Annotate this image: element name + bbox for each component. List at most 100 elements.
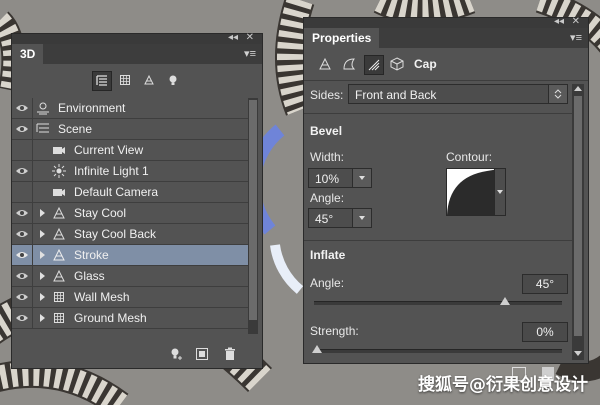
scrollbar-thumb[interactable] [574,96,582,336]
close-icon[interactable]: ✕ [572,16,580,27]
list-item-stroke[interactable]: Stroke [12,245,248,266]
list-item-stay-cool[interactable]: Stay Cool [12,203,248,224]
list-item-scene[interactable]: Scene [12,119,248,140]
properties-collapse-bar[interactable]: ◂◂ ✕ [304,16,588,28]
mesh-icon [52,248,66,262]
contour-dropdown-button[interactable] [494,168,506,216]
inflate-angle-label: Angle: [310,276,345,290]
deform-tool-icon[interactable] [340,55,358,73]
close-icon[interactable]: ✕ [246,32,254,43]
list-item-ground-mesh[interactable]: Ground Mesh [12,308,248,329]
scroll-up-arrow-icon[interactable] [574,86,582,91]
tab-properties[interactable]: Properties [304,28,380,48]
bevel-angle-field[interactable]: 45° [308,208,372,228]
lights-icon[interactable] [164,71,182,89]
mesh-icon [52,269,66,283]
scrollbar-thumb[interactable] [249,100,257,320]
coordinates-tool-icon[interactable] [388,55,406,73]
3d-panel: ◂◂ ✕ 3D ▾≡ Environment Scene Current Vie… [12,32,262,368]
eye-icon[interactable] [12,266,33,286]
sides-value: Front and Back [355,88,437,102]
3d-filter-toolbar [12,64,262,96]
tab-3d[interactable]: 3D [12,44,44,64]
eye-icon[interactable] [12,245,33,265]
list-item-label: Ground Mesh [74,311,147,325]
bevel-angle-label: Angle: [310,191,345,205]
list-item-label: Stay Cool Back [74,227,157,241]
panel-menu-icon[interactable]: ▾≡ [570,31,582,44]
inflate-strength-slider[interactable] [314,349,562,353]
list-item-environment[interactable]: Environment [12,98,248,119]
mesh-icon [52,227,66,241]
eye-icon[interactable] [12,224,33,244]
list-item-default-camera[interactable]: Default Camera [12,182,248,203]
properties-tabbar: Properties ▾≡ [304,28,588,48]
layer-list-scrollbar[interactable] [248,98,258,334]
list-item-label: Environment [58,101,126,115]
add-light-icon[interactable] [168,347,184,361]
mesh-icon [52,206,66,220]
list-item-glass[interactable]: Glass [12,266,248,287]
properties-toolbar: Cap [304,48,588,80]
contour-label: Contour: [446,150,493,164]
delete-icon[interactable] [222,347,238,361]
inflate-strength-slider-knob[interactable] [312,345,322,353]
inflate-angle-slider-knob[interactable] [499,297,510,305]
bevel-width-value: 10% [315,172,340,186]
list-item-current-view[interactable]: Current View [12,140,248,161]
whole-scene-icon[interactable] [92,71,112,91]
panel-menu-icon[interactable]: ▾≡ [244,47,256,60]
light-icon [52,164,66,178]
expand-arrow-icon[interactable] [40,209,45,217]
expand-arrow-icon[interactable] [40,293,45,301]
bevel-width-field[interactable]: 10% [308,168,372,188]
bevel-angle-value: 45° [315,212,334,226]
contour-preview[interactable] [446,168,500,216]
collapse-icon[interactable]: ◂◂ [228,32,238,43]
eye-empty-icon[interactable] [12,182,33,202]
3d-layer-list: Environment Scene Current View Infinite … [12,98,248,329]
wall-mesh-icon [52,290,66,304]
list-item-stay-cool-back[interactable]: Stay Cool Back [12,224,248,245]
eye-icon[interactable] [12,203,33,223]
list-item-label: Default Camera [74,185,159,199]
chevron-updown-icon [548,85,567,103]
divider [304,113,574,114]
list-item-label: Stroke [74,248,109,262]
chevron-down-icon [352,169,371,187]
expand-arrow-icon[interactable] [40,230,45,238]
sides-dropdown[interactable]: Front and Back [348,84,568,104]
eye-icon[interactable] [12,308,33,328]
list-item-infinite-light[interactable]: Infinite Light 1 [12,161,248,182]
eye-icon[interactable] [12,119,33,139]
eye-empty-icon[interactable] [12,140,33,160]
expand-arrow-icon[interactable] [40,314,45,322]
properties-scrollbar[interactable] [572,84,584,360]
eye-icon[interactable] [12,287,33,307]
sides-label: Sides: [310,88,344,102]
scroll-down-arrow-icon[interactable] [574,351,582,356]
divider [304,80,588,81]
render-icon[interactable] [194,347,210,361]
chevron-down-icon [497,190,503,194]
meshes-icon[interactable] [116,71,134,89]
eye-icon[interactable] [12,98,33,118]
wall-mesh-icon [52,311,66,325]
materials-icon[interactable] [140,71,158,89]
list-item-label: Wall Mesh [74,290,130,304]
inflate-strength-field[interactable]: 0% [522,322,568,342]
inflate-angle-field[interactable]: 45° [522,274,568,294]
3d-panel-bottombar [12,340,262,368]
mesh-tool-icon[interactable] [316,55,334,73]
expand-arrow-icon[interactable] [40,272,45,280]
inflate-title: Inflate [310,248,346,262]
inflate-angle-slider[interactable] [314,301,562,305]
eye-icon[interactable] [12,161,33,181]
chevron-down-icon [352,209,371,227]
3d-panel-collapse-bar[interactable]: ◂◂ ✕ [12,32,262,44]
list-item-label: Current View [74,143,144,157]
list-item-wall-mesh[interactable]: Wall Mesh [12,287,248,308]
expand-arrow-icon[interactable] [40,251,45,259]
collapse-icon[interactable]: ◂◂ [554,16,564,27]
cap-tool-icon[interactable] [364,55,384,75]
